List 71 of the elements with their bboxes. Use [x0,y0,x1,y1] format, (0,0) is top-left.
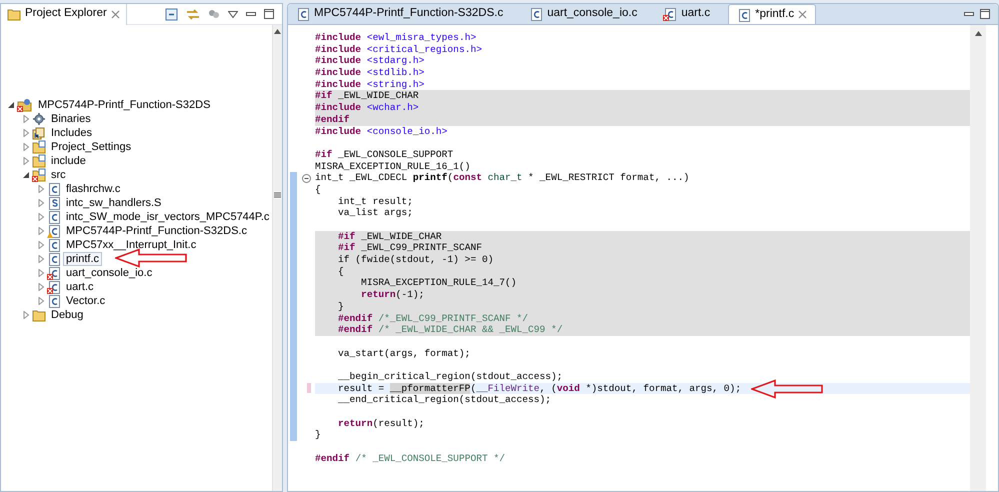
tree-item[interactable]: include [48,154,89,168]
expand-toggle-icon[interactable] [37,227,45,235]
editor-tab[interactable]: uart.c [655,4,718,24]
tree-item[interactable]: MPC5744P-Printf_Function-S32DS [35,98,214,112]
code-line: __end_critical_region(stdout_access); [337,394,552,406]
minimize-icon[interactable] [246,12,256,16]
tree-item[interactable]: Project_Settings [48,140,134,154]
code-line: #include <string.h> [315,78,426,90]
expand-toggle-icon[interactable] [37,241,45,249]
expand-toggle-icon[interactable] [37,255,45,263]
editor-tab[interactable]: MPC5744P-Printf_Function-S32DS.c [288,4,512,24]
tree-item[interactable]: MPC5744P-Printf_Function-S32DS.c [63,224,250,238]
maximize-icon[interactable] [264,9,274,19]
tree-item[interactable]: printf.c [63,252,102,266]
link-with-editor-icon[interactable] [186,8,200,20]
tree-item[interactable]: Vector.c [63,294,108,308]
maximize-icon[interactable] [980,9,990,19]
expand-toggle-icon[interactable] [37,185,45,193]
code-line: __begin_critical_region(stdout_access); [337,370,564,383]
scroll-up-icon[interactable] [974,31,982,36]
code-line: #include <console_io.h> [315,126,448,138]
minimize-icon[interactable] [964,12,974,16]
tree-item[interactable]: MPC57xx__Interrupt_Init.c [63,238,200,252]
tree-item[interactable]: Debug [48,308,86,322]
tree-item[interactable]: intc_SW_mode_isr_vectors_MPC5744P.c [63,210,272,224]
scrollbar[interactable] [272,25,282,491]
editor-tab[interactable]: uart_console_io.c [521,4,646,24]
code-line: #include <ewl_misra_types.h> [315,32,478,44]
code-line: #endif /* _EWL_CONSOLE_SUPPORT */ [315,452,506,464]
code-line: int_t result; [337,196,414,208]
tree-item[interactable]: uart.c [63,280,97,294]
code-line: } [315,429,322,442]
expand-toggle-icon[interactable] [37,199,45,207]
code-line: #include <critical_regions.h> [315,44,483,56]
expand-toggle-icon[interactable] [22,157,30,165]
code-line: va_list args; [337,207,414,219]
tree-item[interactable]: intc_sw_handlers.S [63,196,164,210]
expand-toggle-icon[interactable] [22,129,30,137]
view-tab[interactable]: Project Explorer [1,4,127,24]
collapse-icon[interactable] [302,174,311,183]
editor-tab[interactable]: *printf.c [728,4,816,24]
code-line: #if _EWL_CONSOLE_SUPPORT [315,148,454,161]
collapse-all-icon[interactable] [165,8,178,20]
tree-item[interactable]: flashrchw.c [63,182,124,196]
expand-toggle-icon[interactable] [22,143,30,151]
view-menu-icon[interactable] [228,10,238,18]
scroll-up-icon[interactable] [274,29,282,34]
code-line: va_start(args, format); [337,348,472,360]
scrollbar[interactable] [970,25,986,491]
expand-toggle-icon[interactable] [37,283,45,291]
tree-item[interactable]: Includes [48,126,95,140]
code-line: #include <stdlib.h> [315,67,426,79]
tree-item[interactable]: src [48,168,69,182]
close-icon[interactable] [798,10,808,19]
code-line: int_t _EWL_CDECL printf(const char_t * _EWL_RESTRICT format, ...) [315,172,690,184]
expand-toggle-icon[interactable] [37,213,45,221]
expand-toggle-icon[interactable] [22,115,30,123]
collapse-toggle-icon[interactable] [22,171,30,179]
expand-toggle-icon[interactable] [22,311,30,319]
expand-toggle-icon[interactable] [37,297,45,305]
collapse-toggle-icon[interactable] [7,101,15,109]
scroll-grip-icon[interactable] [274,192,282,198]
tree-item[interactable]: Binaries [48,112,94,126]
code-line: MISRA_EXCEPTION_RULE_16_1() [315,160,472,172]
code-line: { [315,184,322,196]
tree-item[interactable]: uart_console_io.c [63,266,156,280]
close-icon[interactable] [110,10,120,18]
code-line: return(result); [337,418,426,430]
folder-icon [7,7,21,21]
code-line: #include <stdarg.h> [315,55,426,68]
expand-toggle-icon[interactable] [37,269,45,277]
